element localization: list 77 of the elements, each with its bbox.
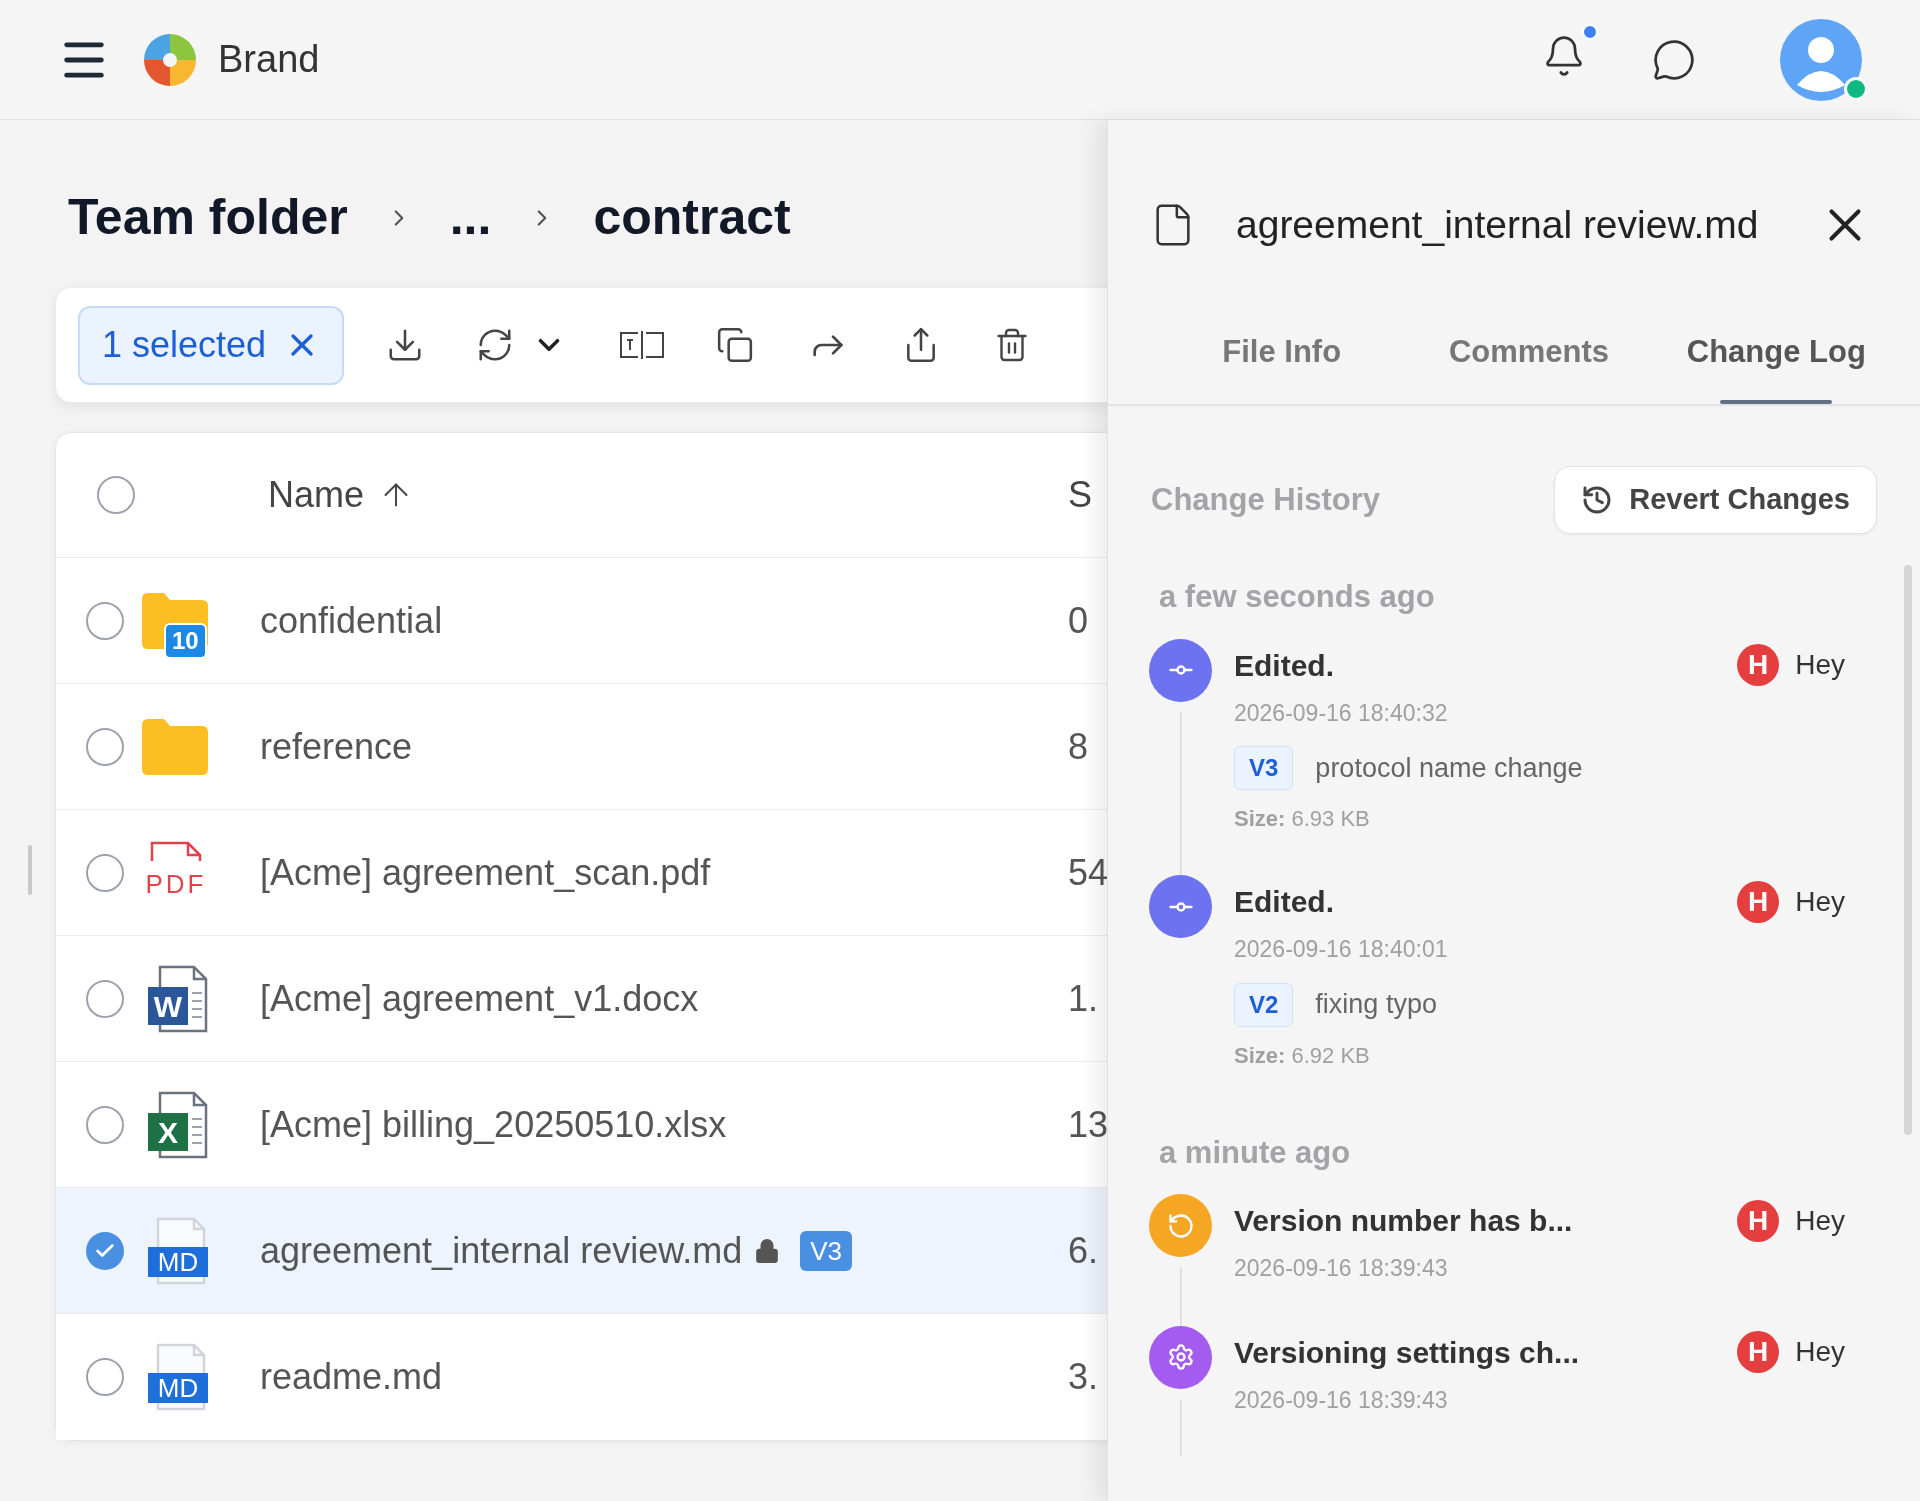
user-name: Hey [1795,1335,1845,1369]
file-name: [Acme] billing_20250510.xlsx [260,1102,727,1147]
user-name: Hey [1795,1203,1845,1238]
file-row[interactable]: MD agreement_internal review.md V3 6. [56,1188,1107,1314]
version-note: protocol name change [1315,751,1583,785]
chat-button[interactable] [1652,37,1696,82]
event-title: Edited. [1234,884,1334,920]
selection-chip[interactable]: 1 selected [78,305,345,385]
tab[interactable]: Change Log [1652,329,1900,404]
file-size: 3. [1068,1355,1099,1399]
row-checkbox[interactable] [86,979,124,1018]
file-size: Size: 6.93 KB [1234,805,1371,833]
version-tag: V2 [1234,982,1294,1027]
breadcrumb-item[interactable]: ... [449,180,492,255]
row-checkbox[interactable] [86,1358,124,1396]
row-checkbox[interactable] [86,1231,124,1270]
file-name: [Acme] agreement_v1.docx [260,976,699,1021]
row-checkbox[interactable] [86,601,124,640]
file-size: 13 [1068,1102,1107,1147]
version-tag: V3 [800,1230,853,1271]
section-title: Change History [1151,480,1381,519]
selection-count: 1 selected [102,323,267,367]
time-group-label: a minute ago [1158,1133,1352,1172]
column-header[interactable]: S [1068,468,1092,522]
file-size: 54 [1068,850,1107,895]
user-avatar: H [1737,644,1780,686]
file-row[interactable]: MD readme.md 3. [56,1314,1107,1440]
event-time: 2026-09-16 18:39:43 [1234,1254,1449,1283]
file-name: reference [260,724,413,769]
tab[interactable]: File Info [1158,329,1406,404]
resize-handle[interactable] [28,845,32,895]
copy-icon[interactable] [716,326,755,364]
event-time: 2026-09-16 18:40:32 [1234,698,1449,728]
folder-icon [142,718,208,775]
revert-changes-button[interactable]: Revert Changes [1554,466,1877,534]
tab[interactable]: Comments [1405,329,1653,404]
event-title: Versioning settings ch... [1234,1334,1580,1371]
file-row[interactable]: 10 confidential 0 [56,558,1107,684]
panel-title: agreement_internal review.md [1236,201,1760,248]
event-title: Edited. [1234,647,1334,684]
user-avatar: H [1737,1331,1780,1373]
count-badge: 10 [164,622,207,659]
file-row[interactable]: PDF [Acme] agreement_scan.pdf 54 [56,810,1107,936]
file-row[interactable]: X [Acme] billing_20250510.xlsx 13 [56,1062,1107,1188]
version-note: fixing typo [1315,988,1437,1022]
breadcrumb-item[interactable]: Team folder [68,180,348,255]
column-header[interactable]: Name [268,468,365,522]
user-avatar: H [1737,880,1780,923]
breadcrumb-item[interactable]: contract [593,180,791,255]
user-name: Hey [1795,884,1845,919]
event-title: Version number has b... [1234,1203,1573,1239]
file-size: Size: 6.92 KB [1234,1041,1371,1070]
row-checkbox[interactable] [86,1105,124,1144]
user-avatar: H [1737,1199,1780,1242]
row-checkbox[interactable] [86,853,124,892]
file-size: 1. [1068,976,1099,1021]
brand-logo [142,31,198,88]
file-name: readme.md [260,1355,443,1399]
file-size: 8 [1068,724,1089,769]
version-tag: V3 [1234,746,1294,790]
file-row[interactable]: W [Acme] agreement_v1.docx 1. [56,936,1107,1062]
file-name: [Acme] agreement_scan.pdf [260,850,711,895]
file-name: agreement_internal review.md [260,1228,743,1273]
file-name: confidential [260,598,443,643]
select-all-checkbox[interactable] [97,476,135,514]
event-time: 2026-09-16 18:40:01 [1234,935,1449,964]
time-group-label: a few seconds ago [1158,578,1436,616]
row-checkbox[interactable] [86,727,124,766]
user-name: Hey [1795,648,1845,682]
event-time: 2026-09-16 18:39:43 [1234,1385,1449,1415]
user-avatar-icon[interactable] [1780,18,1862,101]
brand-name: Brand [218,37,320,82]
file-row[interactable]: reference 8 [56,684,1107,810]
file-size: 6. [1068,1228,1099,1273]
rename-icon[interactable] [618,330,667,360]
scrollbar[interactable] [1904,565,1912,1135]
file-size: 0 [1068,598,1089,643]
